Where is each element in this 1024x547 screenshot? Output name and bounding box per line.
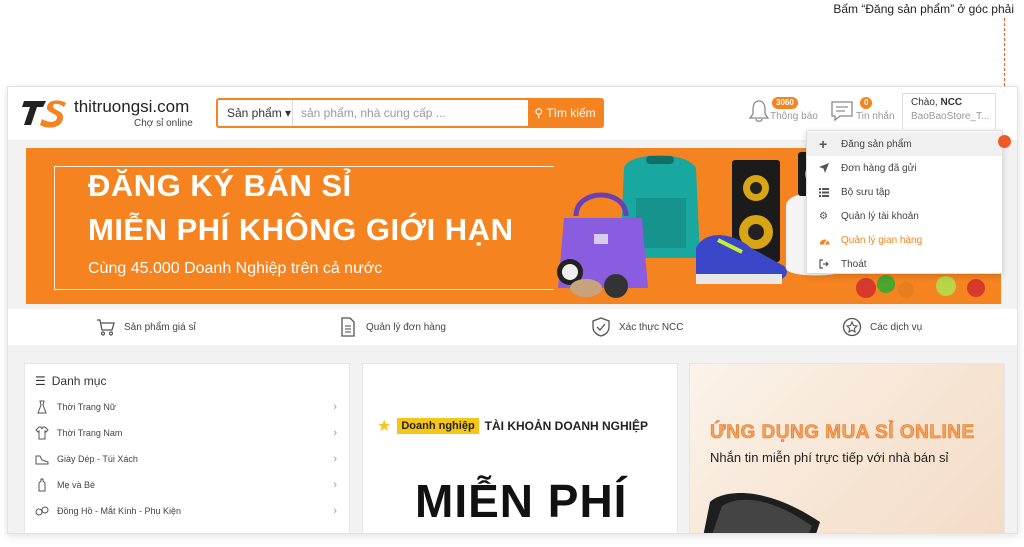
plus-icon: + [819,136,828,152]
feature-label: Xác thực NCC [619,321,684,333]
menu-item-label: Đăng sản phẩm [841,138,912,150]
menu-item-store-management[interactable]: Quản lý gian hàng [807,228,1002,252]
category-label: Mẹ và Bé [57,480,96,490]
annotation-marker [998,135,1011,148]
cart-icon [97,319,115,336]
mobile-app-promo[interactable]: ỨNG DỤNG MUA SỈ ONLINE Nhắn tin miễn phí… [689,363,1005,533]
banner-headline-2: MIỄN PHÍ KHÔNG GIỚI HẠN [88,212,514,247]
chevron-right-icon: › [333,401,337,413]
category-label: Thời Trang Nữ [57,402,116,412]
chevron-right-icon: › [333,479,337,491]
notifications-button[interactable]: 3060 Thông báo [748,97,818,131]
account-greeting: Chào, NCC [911,97,995,108]
category-item[interactable]: Đồng Hồ - Mắt Kính - Phụ Kiện › [35,500,341,522]
category-title: Danh mục [51,374,107,388]
category-label: Đồng Hồ - Mắt Kính - Phụ Kiện [57,506,182,516]
category-panel: ☰ Danh mục Thời Trang Nữ › Thời Trang Na… [24,363,350,533]
search-bar: Sản phẩm ▾ ⚲ Tìm kiếm [216,98,604,128]
category-label: Giày Dép - Túi Xách [57,454,138,464]
feature-label: Các dịch vụ [870,321,923,333]
menu-item-label: Thoát [841,258,867,270]
messages-badge: 0 [860,97,873,109]
shield-check-icon [592,317,610,337]
category-item[interactable]: Giày Dép - Túi Xách › [35,448,341,470]
search-icon: ⚲ [534,106,544,120]
chevron-right-icon: › [333,505,337,517]
tutorial-screenshot: Bấm “Đăng sản phẩm” ở góc phải thitruong… [0,0,1024,547]
site-logo[interactable]: thitruongsi.com Chợ sỉ online [22,95,202,131]
shoe-icon [35,455,49,465]
dashboard-icon [819,236,839,245]
document-icon [341,317,355,337]
logo-subtitle: Chợ sỉ online [134,118,193,129]
glasses-icon [35,506,49,516]
logout-icon [819,259,839,269]
greeting-text: Chào, [911,97,938,108]
search-category-select[interactable]: Sản phẩm ▾ [218,100,293,126]
menu-item-sent-orders[interactable]: Đơn hàng đã gửi [807,156,1002,180]
star-badge-icon [842,317,862,337]
menu-item-label: Quản lý tài khoản [841,210,919,222]
feature-label: Quản lý đơn hàng [366,321,446,333]
list-icon [819,187,839,197]
annotation-text: Bấm “Đăng sản phẩm” ở góc phải [833,2,1014,16]
business-account-promo[interactable]: ★ Doanh nghiệp TÀI KHOẢN DOANH NGHIỆP MI… [362,363,678,533]
business-badge: Doanh nghiệp [397,418,479,434]
menu-item-post-product[interactable]: + Đăng sản phẩm [807,132,1002,156]
search-button[interactable]: ⚲ Tìm kiếm [528,100,602,126]
notifications-badge: 3060 [772,97,798,109]
category-item[interactable]: Thời Trang Nam › [35,422,341,444]
banner-tagline: Cùng 45.000 Doanh Nghiệp trên cả nước [88,260,383,277]
menu-item-collections[interactable]: Bộ sưu tập [807,180,1002,204]
account-name: NCC [940,97,963,108]
shirt-icon [35,426,49,440]
menu-item-label: Bộ sưu tập [841,186,890,198]
menu-item-account-settings[interactable]: ⚙ Quản lý tài khoản [807,204,1002,228]
messages-button[interactable]: 0 Tin nhắn [830,97,900,131]
promo-tag-row: ★ Doanh nghiệp TÀI KHOẢN DOANH NGHIỆP [377,416,648,436]
chat-icon [831,101,853,122]
category-label: Thời Trang Nam [57,428,123,438]
feature-supplier-verification[interactable]: Xác thực NCC [591,315,684,339]
promo-free-text: MIỄN PHÍ [415,475,628,527]
ts-logo-icon [22,100,66,128]
star-icon: ★ [377,418,392,435]
chevron-right-icon: › [333,453,337,465]
promo-title: TÀI KHOẢN DOANH NGHIỆP [484,419,649,433]
gear-icon: ⚙ [819,210,828,222]
feature-order-management[interactable]: Quản lý đơn hàng [338,315,446,339]
bell-icon [748,100,770,122]
feature-wholesale-products[interactable]: Sản phẩm giá sỉ [96,315,196,339]
category-item[interactable]: Thời Trang Nữ › [35,396,341,418]
messages-label: Tin nhắn [856,111,895,122]
account-menu-toggle[interactable]: Chào, NCC BaoBaoStore_T... [902,93,996,129]
app-promo-subtitle: Nhắn tin miễn phí trực tiếp với nhà bán … [710,450,949,465]
send-icon [819,163,839,173]
category-item[interactable]: Mẹ và Bé › [35,474,341,496]
search-button-label: Tìm kiếm [546,106,596,120]
menu-icon: ☰ [35,374,46,388]
chevron-right-icon: › [333,427,337,439]
category-header: ☰ Danh mục [35,374,106,388]
phone-illustration [703,493,820,533]
notifications-label: Thông báo [770,111,818,122]
bottle-icon [38,478,46,492]
feature-services[interactable]: Các dịch vụ [842,315,922,339]
account-store-name: BaoBaoStore_T... [911,111,990,122]
feature-label: Sản phẩm giá sỉ [124,321,196,333]
menu-item-logout[interactable]: Thoát [807,252,1002,276]
banner-headline-1: ĐĂNG KÝ BÁN SỈ [88,168,352,203]
menu-item-label: Quản lý gian hàng [841,234,923,246]
dress-icon [37,400,47,414]
logo-text: thitruongsi.com [74,97,190,116]
account-dropdown-menu: + Đăng sản phẩm Đơn hàng đã gửi Bộ sưu t… [806,130,1003,274]
menu-item-label: Đơn hàng đã gửi [841,162,917,174]
feature-bar: Sản phẩm giá sỉ Quản lý đơn hàng Xác thự… [8,309,1017,345]
app-promo-title: ỨNG DỤNG MUA SỈ ONLINE [710,422,975,444]
search-input[interactable] [293,100,528,126]
